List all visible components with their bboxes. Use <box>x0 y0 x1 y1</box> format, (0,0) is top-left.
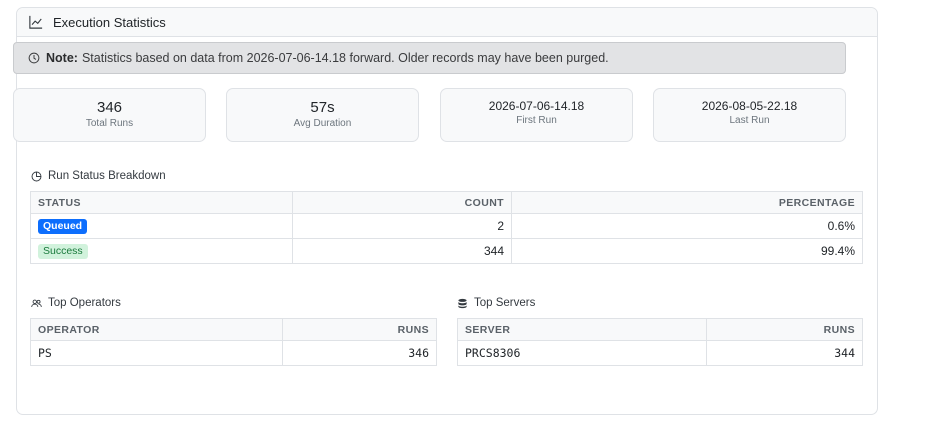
percentage-cell: 0.6% <box>511 213 863 239</box>
stat-label: First Run <box>516 115 557 126</box>
card-title: Execution Statistics <box>53 14 166 30</box>
section-title-text: Top Operators <box>48 297 121 309</box>
top-operators-title: Top Operators <box>31 297 121 309</box>
stat-first-run: 2026-07-06-14.18 First Run <box>440 88 633 142</box>
run-status-breakdown-title: Run Status Breakdown <box>31 170 166 182</box>
runs-cell: 344 <box>706 340 863 366</box>
pie-chart-icon <box>31 171 42 181</box>
top-servers-title: Top Servers <box>457 297 535 309</box>
status-badge-success: Success <box>38 244 88 259</box>
clock-icon <box>28 52 40 64</box>
users-icon <box>31 299 42 307</box>
percentage-cell: 99.4% <box>511 238 863 264</box>
operator-cell: PS <box>30 340 283 366</box>
count-cell: 2 <box>292 213 512 239</box>
run-status-table: STATUS COUNT PERCENTAGE Queued 2 0.6% Su… <box>30 191 863 264</box>
stat-label: Total Runs <box>85 118 134 129</box>
col-header-status: STATUS <box>30 191 293 214</box>
section-title-text: Top Servers <box>474 297 536 309</box>
status-cell: Queued <box>30 213 293 239</box>
section-title-text: Run Status Breakdown <box>48 170 166 182</box>
table-header-row: SERVER RUNS <box>457 318 863 341</box>
count-cell: 344 <box>292 238 512 264</box>
table-row: PS 346 <box>30 340 437 366</box>
info-note: Note: Statistics based on data from 2026… <box>13 42 846 74</box>
col-header-server: SERVER <box>457 318 707 341</box>
stat-avg-duration: 57s Avg Duration <box>226 88 419 142</box>
stat-value: 57s <box>310 99 335 116</box>
col-header-runs: RUNS <box>282 318 437 341</box>
stat-label: Avg Duration <box>293 118 352 129</box>
card-header: Execution Statistics <box>17 8 877 37</box>
table-row: PRCS8306 344 <box>457 340 863 366</box>
col-header-runs: RUNS <box>706 318 863 341</box>
status-badge-queued: Queued <box>38 219 88 234</box>
database-icon <box>458 298 467 308</box>
stat-value: 2026-07-06-14.18 <box>488 99 585 113</box>
stat-last-run: 2026-08-05-22.18 Last Run <box>653 88 846 142</box>
status-cell: Success <box>30 238 293 264</box>
stat-total-runs: 346 Total Runs <box>13 88 206 142</box>
stats-row: 346 Total Runs 57s Avg Duration 2026-07-… <box>13 88 846 142</box>
stat-label: Last Run <box>729 115 770 126</box>
table-row: Queued 2 0.6% <box>30 213 863 239</box>
table-row: Success 344 99.4% <box>30 238 863 264</box>
chart-line-icon <box>29 15 43 29</box>
note-label: Note: <box>46 51 78 65</box>
col-header-percentage: PERCENTAGE <box>511 191 863 214</box>
table-header-row: STATUS COUNT PERCENTAGE <box>30 191 863 214</box>
stat-value: 346 <box>96 99 123 116</box>
server-cell: PRCS8306 <box>457 340 707 366</box>
col-header-count: COUNT <box>292 191 512 214</box>
stat-value: 2026-08-05-22.18 <box>701 99 798 113</box>
top-servers-table: SERVER RUNS PRCS8306 344 <box>457 318 863 366</box>
table-header-row: OPERATOR RUNS <box>30 318 437 341</box>
note-text: Statistics based on data from 2026-07-06… <box>81 51 609 65</box>
runs-cell: 346 <box>282 340 437 366</box>
col-header-operator: OPERATOR <box>30 318 283 341</box>
top-operators-table: OPERATOR RUNS PS 346 <box>30 318 437 366</box>
